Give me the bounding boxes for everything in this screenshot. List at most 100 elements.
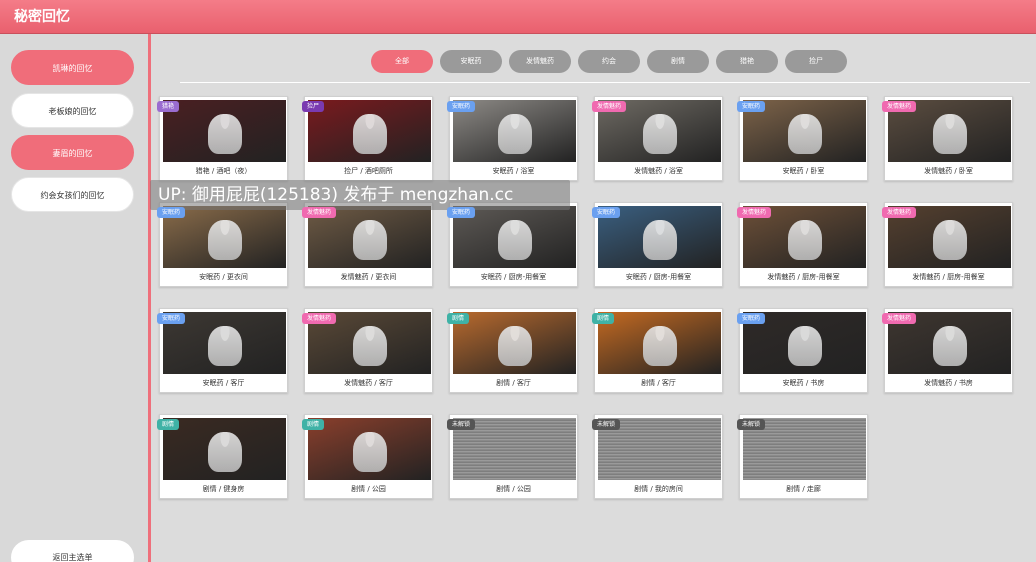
- sidebar-item-wife[interactable]: 妻眉的回忆: [11, 135, 134, 170]
- card-caption: 发情魅药 / 厨房-用餐室: [912, 273, 985, 281]
- memory-grid: 猎艳 猎艳 / 酒吧（夜） 捡尸 捡尸 / 酒吧厕所 安眠药 安眠药 / 浴室 发情魅药 发情…: [157, 96, 1013, 499]
- memory-card[interactable]: 安眠药安眠药 / 卧室: [737, 96, 868, 181]
- filter-chip[interactable]: 安眠药: [440, 50, 502, 73]
- card-caption: 安眠药 / 客厅: [202, 379, 245, 387]
- category-badge: 剧情: [447, 313, 470, 324]
- memory-card[interactable]: 安眠药安眠药 / 客厅: [157, 308, 288, 393]
- category-badge: 发情魅药: [882, 101, 917, 112]
- memory-card[interactable]: 剧情剧情 / 客厅: [447, 308, 578, 393]
- filter-chip[interactable]: 发情魅药: [509, 50, 571, 73]
- category-badge: 安眠药: [157, 313, 186, 324]
- scene-thumbnail: [308, 100, 431, 162]
- memory-card[interactable]: 发情魅药发情魅药 / 卧室: [882, 96, 1013, 181]
- memory-card[interactable]: 未解锁 剧情 / 走廊: [737, 414, 868, 499]
- category-badge: 安眠药: [737, 313, 766, 324]
- category-badge: 未解锁: [447, 419, 476, 430]
- card-caption: 安眠药 / 卧室: [782, 167, 825, 175]
- memory-card[interactable]: 剧情剧情 / 客厅: [592, 308, 723, 393]
- filter-chip[interactable]: 猎艳: [716, 50, 778, 73]
- category-badge: 剧情: [592, 313, 615, 324]
- scene-thumbnail: [163, 418, 286, 480]
- character-figure: [208, 326, 242, 366]
- category-badge: 安眠药: [447, 207, 476, 218]
- window-title: 秘密回忆: [0, 0, 1036, 34]
- card-caption: 发情魅药 / 浴室: [634, 167, 683, 175]
- category-badge: 发情魅药: [737, 207, 772, 218]
- category-badge: 安眠药: [447, 101, 476, 112]
- character-figure: [353, 326, 387, 366]
- scene-thumbnail: [163, 100, 286, 162]
- character-figure: [933, 220, 967, 260]
- character-figure: [788, 326, 822, 366]
- memory-card[interactable]: 安眠药 安眠药 / 浴室: [447, 96, 578, 181]
- category-badge: 未解锁: [592, 419, 621, 430]
- category-badge: 发情魅药: [882, 313, 917, 324]
- memory-card[interactable]: 发情魅药 发情魅药 / 浴室: [592, 96, 723, 181]
- memory-card[interactable]: 发情魅药 发情魅药 / 书房: [882, 308, 1013, 393]
- filter-divider: [180, 82, 1030, 83]
- category-badge: 剧情: [157, 419, 180, 430]
- card-caption: 安眠药 / 书房: [782, 379, 825, 387]
- memory-card[interactable]: 未解锁剧情 / 我的房间: [592, 414, 723, 499]
- filter-chip[interactable]: 约会: [578, 50, 640, 73]
- memory-card[interactable]: 安眠药安眠药 / 书房: [737, 308, 868, 393]
- memory-card[interactable]: 未解锁剧情 / 公园: [447, 414, 578, 499]
- memory-card[interactable]: 安眠药 安眠药 / 厨房-用餐室: [592, 202, 723, 287]
- character-figure: [643, 326, 677, 366]
- card-caption: 发情魅药 / 更衣间: [340, 273, 397, 281]
- sidebar-item-boss-lady[interactable]: 老板娘的回忆: [11, 93, 134, 128]
- card-caption: 发情魅药 / 客厅: [344, 379, 393, 387]
- character-figure: [208, 432, 242, 472]
- character-figure: [643, 220, 677, 260]
- card-caption: 安眠药 / 厨房-用餐室: [480, 273, 547, 281]
- character-figure: [933, 326, 967, 366]
- card-caption: 捡尸 / 酒吧厕所: [344, 167, 393, 175]
- sidebar-item-kailin[interactable]: 凯琳的回忆: [11, 50, 134, 85]
- character-figure: [353, 114, 387, 154]
- filter-chip[interactable]: 捡尸: [785, 50, 847, 73]
- category-badge: 发情魅药: [882, 207, 917, 218]
- character-figure: [498, 220, 532, 260]
- character-figure: [498, 326, 532, 366]
- category-badge: 发情魅药: [302, 207, 337, 218]
- scene-thumbnail: [308, 418, 431, 480]
- filter-bar: 全部 安眠药 发情魅药 约会 剧情 猎艳 捡尸: [371, 50, 847, 73]
- memory-card[interactable]: 猎艳猎艳 / 酒吧（夜）: [157, 96, 288, 181]
- character-figure: [788, 114, 822, 154]
- card-caption: 猎艳 / 酒吧（夜）: [195, 167, 252, 175]
- category-badge: 捡尸: [302, 101, 325, 112]
- memory-card[interactable]: 发情魅药 发情魅药 / 客厅: [302, 308, 433, 393]
- scene-thumbnail: [453, 312, 576, 374]
- memory-card[interactable]: 剧情 剧情 / 公园: [302, 414, 433, 499]
- memory-card[interactable]: 发情魅药发情魅药 / 厨房-用餐室: [882, 202, 1013, 287]
- memory-card[interactable]: 剧情 剧情 / 健身房: [157, 414, 288, 499]
- category-badge: 安眠药: [737, 101, 766, 112]
- scene-thumbnail: [598, 312, 721, 374]
- back-to-main-menu-button[interactable]: 返回主选单: [11, 540, 134, 562]
- watermark-overlay: UP: 御用屁屁(125183) 发布于 mengzhan.cc: [150, 180, 570, 210]
- card-caption: 剧情 / 我的房间: [634, 485, 683, 493]
- card-caption: 剧情 / 客厅: [641, 379, 676, 387]
- character-figure: [498, 114, 532, 154]
- memory-card[interactable]: 发情魅药 发情魅药 / 厨房-用餐室: [737, 202, 868, 287]
- memory-card[interactable]: 捡尸捡尸 / 酒吧厕所: [302, 96, 433, 181]
- card-caption: 剧情 / 客厅: [496, 379, 531, 387]
- filter-chip[interactable]: 剧情: [647, 50, 709, 73]
- character-figure: [208, 114, 242, 154]
- character-figure: [353, 432, 387, 472]
- sidebar-item-dating-girls[interactable]: 约会女孩们的回忆: [11, 177, 134, 212]
- memory-card[interactable]: 安眠药安眠药 / 厨房-用餐室: [447, 202, 578, 287]
- sidebar: 凯琳的回忆 老板娘的回忆 妻眉的回忆 约会女孩们的回忆 返回主选单: [0, 34, 148, 562]
- character-figure: [208, 220, 242, 260]
- card-caption: 剧情 / 公园: [351, 485, 386, 493]
- character-figure: [643, 114, 677, 154]
- category-badge: 猎艳: [157, 101, 180, 112]
- memory-card[interactable]: 安眠药 安眠药 / 更衣间: [157, 202, 288, 287]
- card-caption: 发情魅药 / 卧室: [924, 167, 973, 175]
- character-figure: [788, 220, 822, 260]
- filter-chip[interactable]: 全部: [371, 50, 433, 73]
- card-caption: 安眠药 / 更衣间: [199, 273, 248, 281]
- card-caption: 剧情 / 公园: [496, 485, 531, 493]
- memory-card[interactable]: 发情魅药发情魅药 / 更衣间: [302, 202, 433, 287]
- category-badge: 安眠药: [592, 207, 621, 218]
